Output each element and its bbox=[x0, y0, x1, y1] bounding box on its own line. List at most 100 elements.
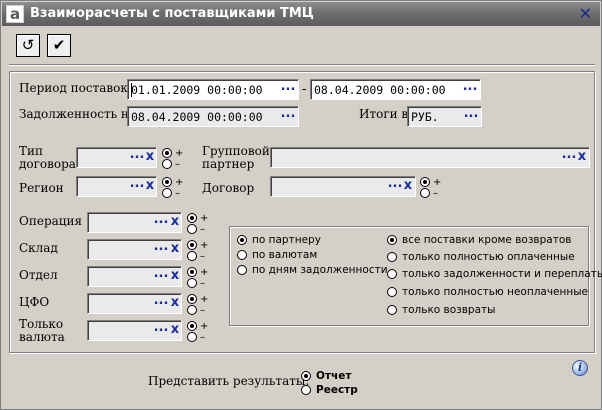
warehouse-clear-button[interactable]: x bbox=[169, 241, 181, 258]
operation-field[interactable]: ... x bbox=[87, 212, 182, 233]
debt-date-field[interactable]: 08.04.2009 00:00:00 ... bbox=[127, 106, 299, 127]
grouping-option-currencies[interactable]: по валютам bbox=[237, 249, 317, 261]
plus-sign: + bbox=[200, 267, 209, 278]
radio-button[interactable] bbox=[237, 250, 247, 260]
region-lookup-button[interactable]: ... bbox=[129, 177, 145, 195]
include-radio[interactable] bbox=[187, 240, 197, 250]
filter-option-all-except-returns[interactable]: все поставки кроме возвратов bbox=[387, 234, 571, 246]
app-logo-icon: a bbox=[6, 5, 24, 23]
exclude-radio[interactable] bbox=[187, 224, 197, 234]
present-results-label: Представить результаты: bbox=[148, 374, 310, 388]
undo-button[interactable]: ↺ bbox=[16, 34, 40, 57]
undo-icon: ↺ bbox=[21, 36, 35, 54]
group-partner-clear-button[interactable]: x bbox=[576, 149, 588, 166]
present-option-registry[interactable]: Реестр bbox=[301, 384, 358, 396]
totals-currency-lookup-button[interactable]: ... bbox=[463, 107, 479, 125]
period-to-field[interactable]: 08.04.2009 00:00:00 ... bbox=[310, 79, 481, 100]
filter-label-operation: Операция bbox=[19, 214, 83, 228]
include-radio[interactable] bbox=[162, 177, 172, 187]
region-clear-button[interactable]: x bbox=[144, 178, 156, 195]
plus-sign: + bbox=[433, 177, 442, 188]
grouping-option-partner[interactable]: по партнеру bbox=[237, 234, 321, 246]
contract-type-field[interactable]: ... x bbox=[76, 147, 157, 168]
include-radio[interactable] bbox=[162, 148, 172, 158]
filter-option-debts-overpayments[interactable]: только задолженности и переплаты bbox=[387, 268, 602, 280]
include-radio[interactable] bbox=[187, 294, 197, 304]
include-radio[interactable] bbox=[187, 213, 197, 223]
include-radio[interactable] bbox=[187, 267, 197, 277]
period-to-lookup-button[interactable]: ... bbox=[462, 80, 478, 98]
filter-option-label: только задолженности и переплаты bbox=[402, 268, 602, 280]
radio-button[interactable] bbox=[387, 305, 397, 315]
contract-type-lookup-button[interactable]: ... bbox=[129, 148, 145, 166]
radio-button[interactable] bbox=[387, 252, 397, 262]
group-partner-field[interactable]: ... x bbox=[270, 147, 590, 168]
exclude-radio[interactable] bbox=[162, 159, 172, 169]
info-icon[interactable]: i bbox=[572, 360, 588, 376]
currency-only-field[interactable]: ... x bbox=[87, 320, 182, 341]
filter-label-cfo: ЦФО bbox=[19, 295, 50, 309]
cfo-clear-button[interactable]: x bbox=[169, 295, 181, 312]
totals-label: Итоги в: bbox=[359, 107, 413, 121]
contract-field[interactable]: ... x bbox=[270, 176, 416, 197]
region-label: Регион bbox=[19, 181, 64, 195]
radio-button[interactable] bbox=[301, 385, 311, 395]
toolbar-divider bbox=[9, 64, 595, 66]
radio-button[interactable] bbox=[387, 269, 397, 279]
plus-sign: + bbox=[200, 213, 209, 224]
include-radio[interactable] bbox=[187, 321, 197, 331]
department-clear-button[interactable]: x bbox=[169, 268, 181, 285]
filter-label-warehouse: Склад bbox=[19, 241, 58, 255]
operation-lookup-button[interactable]: ... bbox=[153, 213, 169, 231]
radio-button[interactable] bbox=[387, 235, 397, 245]
department-field[interactable]: ... x bbox=[87, 266, 182, 287]
grouping-option-label: по партнеру bbox=[252, 234, 321, 246]
exclude-radio[interactable] bbox=[187, 332, 197, 342]
exclude-radio[interactable] bbox=[420, 188, 430, 198]
period-to-value: 08.04.2009 00:00:00 bbox=[314, 83, 446, 97]
grouping-option-debt-days[interactable]: по дням задолженности bbox=[237, 264, 388, 276]
radio-button[interactable] bbox=[301, 371, 311, 381]
filter-option-label: только полностью оплаченные bbox=[402, 251, 575, 263]
exclude-radio[interactable] bbox=[187, 278, 197, 288]
currency-only-lookup-button[interactable]: ... bbox=[153, 321, 169, 339]
exclude-radio[interactable] bbox=[187, 251, 197, 261]
exclude-radio[interactable] bbox=[187, 305, 197, 315]
present-option-label: Отчет bbox=[316, 370, 352, 382]
plus-sign: + bbox=[200, 240, 209, 251]
totals-currency-field[interactable]: РУБ. ... bbox=[407, 106, 482, 127]
contract-type-clear-button[interactable]: x bbox=[144, 149, 156, 166]
department-lookup-button[interactable]: ... bbox=[153, 267, 169, 285]
operation-include-exclude: + – bbox=[187, 213, 209, 239]
debt-date-lookup-button[interactable]: ... bbox=[280, 107, 296, 125]
minus-sign: – bbox=[175, 188, 180, 199]
filter-option-fully-unpaid[interactable]: только полностью неоплаченные bbox=[387, 286, 588, 298]
apply-button[interactable]: ✔ bbox=[47, 34, 71, 57]
group-partner-lookup-button[interactable]: ... bbox=[561, 148, 577, 166]
currency-only-include-exclude: + – bbox=[187, 321, 209, 347]
present-option-report[interactable]: Отчет bbox=[301, 370, 351, 382]
debt-date-label: Задолженность на: bbox=[19, 107, 141, 121]
operation-clear-button[interactable]: x bbox=[169, 214, 181, 231]
contract-lookup-button[interactable]: ... bbox=[387, 177, 403, 195]
filter-option-returns-only[interactable]: только возвраты bbox=[387, 304, 495, 316]
filter-option-fully-paid[interactable]: только полностью оплаченные bbox=[387, 251, 575, 263]
contract-clear-button[interactable]: x bbox=[402, 178, 414, 195]
close-icon[interactable]: ✕ bbox=[579, 4, 592, 23]
report-window: a Взаиморасчеты с поставщиками ТМЦ ✕ ↺ ✔… bbox=[0, 0, 602, 410]
cfo-field[interactable]: ... x bbox=[87, 293, 182, 314]
title-bar[interactable]: a Взаиморасчеты с поставщиками ТМЦ ✕ bbox=[2, 2, 600, 26]
radio-button[interactable] bbox=[387, 287, 397, 297]
radio-button[interactable] bbox=[237, 265, 247, 275]
region-field[interactable]: ... x bbox=[76, 176, 157, 197]
warehouse-field[interactable]: ... x bbox=[87, 239, 182, 260]
currency-only-clear-button[interactable]: x bbox=[169, 322, 181, 339]
radio-button[interactable] bbox=[237, 235, 247, 245]
period-from-field[interactable]: 01.01.2009 00:00:00 ... bbox=[127, 79, 299, 100]
exclude-radio[interactable] bbox=[162, 188, 172, 198]
include-radio[interactable] bbox=[420, 177, 430, 187]
warehouse-lookup-button[interactable]: ... bbox=[153, 240, 169, 258]
period-label: Период поставок: bbox=[19, 81, 132, 95]
period-from-lookup-button[interactable]: ... bbox=[280, 80, 296, 98]
cfo-lookup-button[interactable]: ... bbox=[153, 294, 169, 312]
